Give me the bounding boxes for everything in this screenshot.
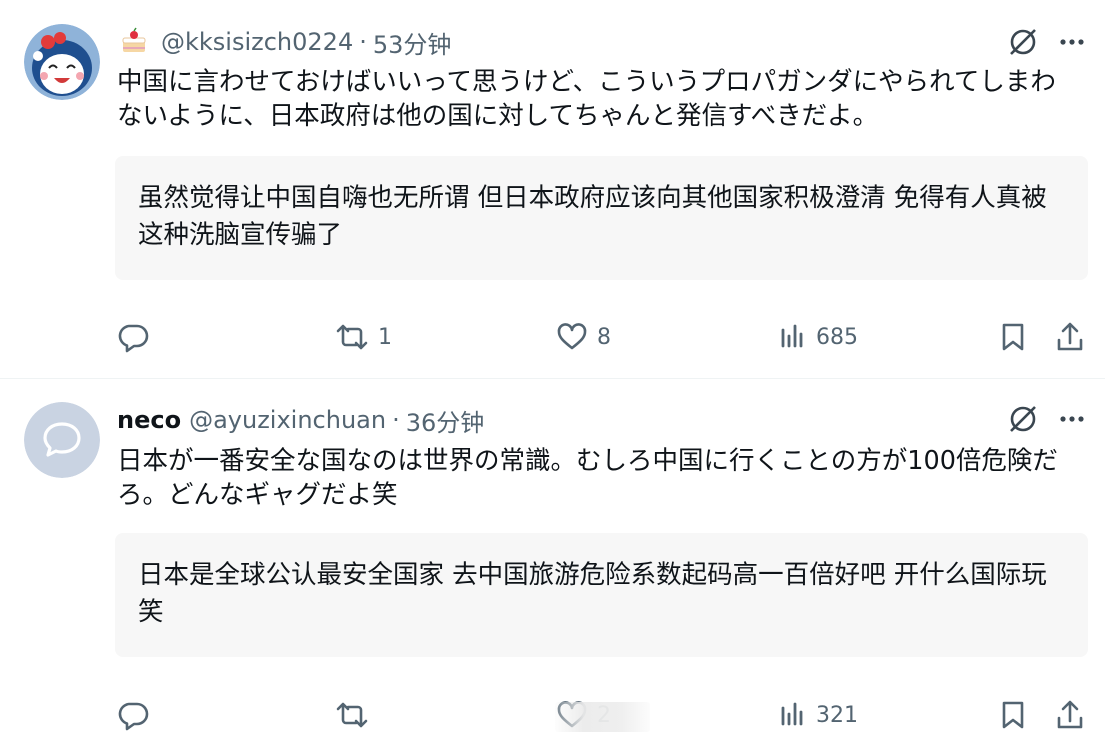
separator-dot: ·: [392, 406, 400, 434]
header-actions: [1007, 26, 1087, 58]
bookmark-button[interactable]: [998, 315, 1028, 359]
default-chat-bubble-avatar-icon: [24, 402, 100, 478]
post-text: 中国に言わせておけばいいって思うけど、こういうプロパガンダにやられてしまわないよ…: [117, 67, 1056, 131]
grok-icon[interactable]: [1007, 26, 1039, 58]
penguin-cartoon-avatar-icon: [24, 24, 100, 100]
heart-icon: [557, 323, 587, 350]
views-button[interactable]: 321: [778, 693, 858, 737]
header-actions: [1007, 403, 1087, 435]
watermark-overlay: [555, 702, 650, 732]
reply-button[interactable]: [116, 693, 158, 737]
action-bar: 1 8 685: [0, 315, 1105, 359]
translation-box: 日本是全球公认最安全国家 去中国旅游危险系数起码高一百倍好吧 开什么国际玩笑: [115, 533, 1088, 657]
share-button[interactable]: [1054, 693, 1086, 737]
user-handle[interactable]: @kksisizch0224: [161, 28, 353, 56]
post-timestamp[interactable]: 53分钟: [373, 25, 452, 60]
translation-box: 虽然觉得让中国自嗨也无所谓 但日本政府应该向其他国家积极澄清 免得有人真被这种洗…: [115, 156, 1088, 280]
share-icon: [1057, 700, 1083, 729]
post-text: 日本が一番安全な国なのは世界の常識。むしろ中国に行くことの方が100倍危険だろ。…: [117, 446, 1058, 510]
user-handle[interactable]: @ayuzixinchuan: [189, 406, 386, 434]
post-timestamp[interactable]: 36分钟: [406, 403, 485, 438]
post-header: @kksisizch0224 · 53分钟: [117, 25, 1105, 60]
bookmark-button[interactable]: [998, 693, 1028, 737]
reply-icon: [118, 324, 149, 353]
translation-text: 虽然觉得让中国自嗨也无所谓 但日本政府应该向其他国家积极澄清 免得有人真被这种洗…: [138, 183, 1047, 250]
retweet-icon: [336, 702, 368, 728]
avatar[interactable]: [24, 402, 100, 478]
reply-post: @kksisizch0224 · 53分钟 中国に言わせておけばいいって思うけど…: [0, 0, 1105, 378]
cake-icon: [117, 26, 153, 58]
share-button[interactable]: [1054, 315, 1086, 359]
retweet-count: 1: [378, 324, 392, 350]
retweet-button[interactable]: [334, 693, 378, 737]
analytics-icon: [781, 702, 803, 726]
like-count: 8: [597, 324, 611, 350]
views-count: 685: [816, 324, 858, 350]
views-count: 321: [816, 702, 858, 728]
grok-icon[interactable]: [1007, 403, 1039, 435]
like-button[interactable]: 8: [555, 315, 611, 359]
action-bar: 2 321: [0, 693, 1105, 737]
retweet-button[interactable]: 1: [334, 315, 392, 359]
share-icon: [1057, 322, 1083, 351]
translation-text: 日本是全球公认最安全国家 去中国旅游危险系数起码高一百倍好吧 开什么国际玩笑: [138, 560, 1047, 627]
separator-dot: ·: [359, 28, 367, 56]
reply-post: neco @ayuzixinchuan · 36分钟 日本が一番安全な国なのは世…: [0, 379, 1105, 756]
more-options-icon[interactable]: [1057, 404, 1087, 434]
reply-icon: [118, 702, 149, 731]
post-header: neco @ayuzixinchuan · 36分钟: [117, 403, 1105, 438]
display-name[interactable]: neco: [117, 406, 181, 434]
analytics-icon: [781, 324, 803, 348]
views-button[interactable]: 685: [778, 315, 858, 359]
bookmark-icon: [1002, 701, 1024, 729]
reply-button[interactable]: [116, 315, 158, 359]
more-options-icon[interactable]: [1057, 27, 1087, 57]
retweet-icon: [336, 324, 368, 350]
bookmark-icon: [1002, 323, 1024, 351]
avatar[interactable]: [24, 24, 100, 100]
